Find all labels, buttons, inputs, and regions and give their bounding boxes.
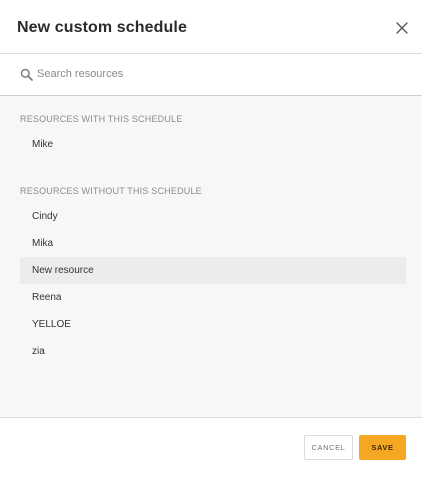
resources-list: RESOURCES WITH THIS SCHEDULE Mike RESOUR… <box>0 96 422 418</box>
close-button[interactable] <box>394 20 410 36</box>
cancel-button[interactable]: CANCEL <box>304 435 353 460</box>
section-label-without-schedule: RESOURCES WITHOUT THIS SCHEDULE <box>20 186 202 196</box>
search-icon <box>20 68 33 81</box>
resource-item-mike[interactable]: Mike <box>20 131 406 158</box>
dialog-header: New custom schedule <box>0 0 422 54</box>
new-custom-schedule-dialog: New custom schedule RESOURCES WITH THIS … <box>0 0 422 477</box>
search-input[interactable] <box>37 65 397 83</box>
resource-item-mika[interactable]: Mika <box>20 230 406 257</box>
resource-item-cindy[interactable]: Cindy <box>20 203 406 230</box>
resource-item-new-resource[interactable]: New resource <box>20 257 406 284</box>
section-label-with-schedule: RESOURCES WITH THIS SCHEDULE <box>20 114 183 124</box>
close-icon <box>396 22 408 34</box>
resource-item-zia[interactable]: zia <box>20 338 406 365</box>
search-bar <box>0 54 422 96</box>
dialog-footer: CANCEL SAVE <box>0 418 422 477</box>
resource-item-yelloe[interactable]: YELLOE <box>20 311 406 338</box>
save-button[interactable]: SAVE <box>359 435 406 460</box>
resource-item-reena[interactable]: Reena <box>20 284 406 311</box>
dialog-title: New custom schedule <box>17 19 187 36</box>
